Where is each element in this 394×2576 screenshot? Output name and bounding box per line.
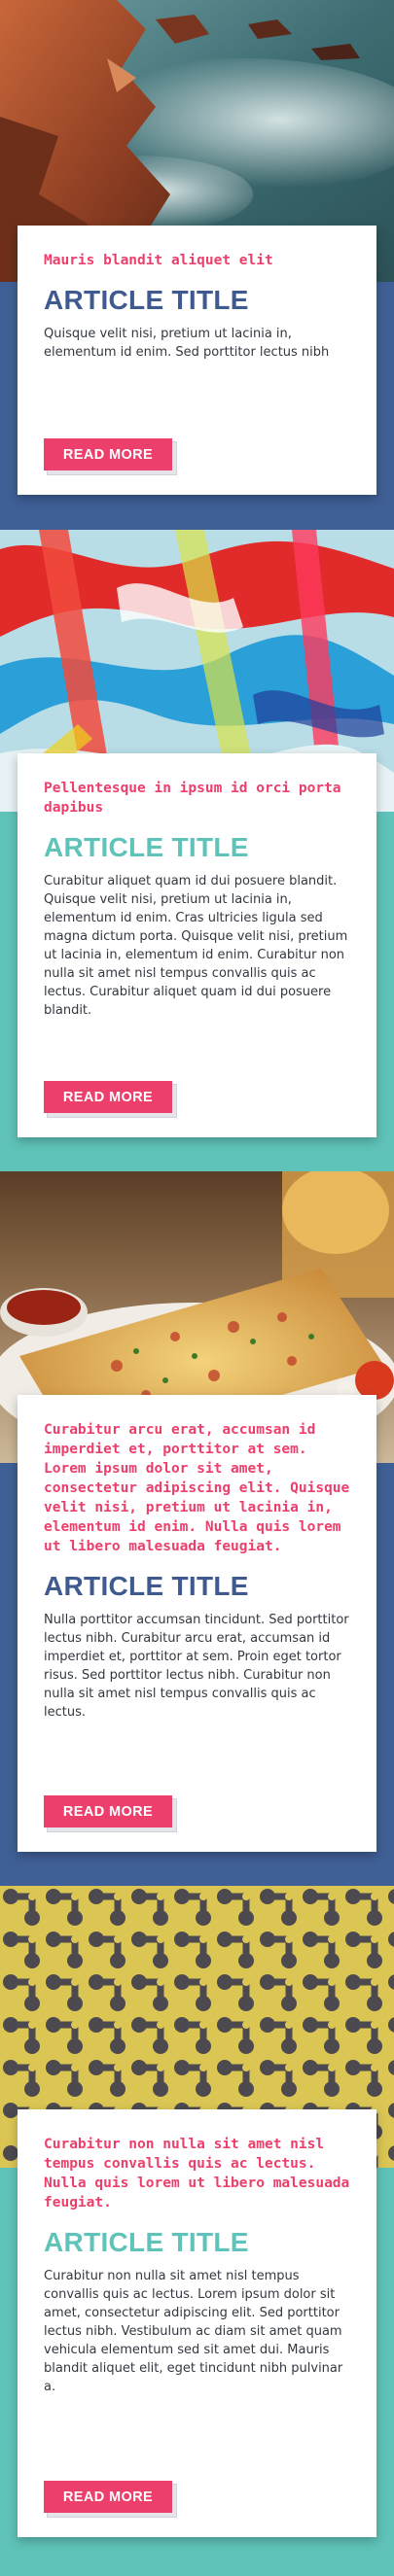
article-eyebrow: Mauris blandit aliquet elit	[44, 253, 273, 268]
article-card: Pellentesque in ipsum id orci porta dapi…	[18, 753, 376, 1137]
article-section-3: Curabitur arcu erat, accumsan id imperdi…	[0, 1171, 394, 1886]
article-eyebrow: Curabitur non nulla sit amet nisl tempus…	[44, 2137, 350, 2210]
article-title: ARTICLE TITLE	[44, 1571, 249, 1601]
article-card: Curabitur non nulla sit amet nisl tempus…	[18, 2109, 376, 2537]
article-body: Curabitur non nulla sit amet nisl tempus…	[44, 2269, 343, 2394]
article-section-1: Mauris blandit aliquet elit ARTICLE TITL…	[0, 0, 394, 530]
article-card: Curabitur arcu erat, accumsan id imperdi…	[18, 1395, 376, 1852]
article-section-4: Curabitur non nulla sit amet nisl tempus…	[0, 1886, 394, 2576]
article-body: Curabitur aliquet quam id dui posuere bl…	[44, 874, 348, 1018]
article-section-2: Pellentesque in ipsum id orci porta dapi…	[0, 530, 394, 1171]
read-more-button[interactable]: READ MORE	[44, 1081, 172, 1113]
article-eyebrow: Pellentesque in ipsum id orci porta dapi…	[44, 781, 341, 816]
read-more-button[interactable]: READ MORE	[44, 1795, 172, 1828]
article-title: ARTICLE TITLE	[44, 2227, 249, 2257]
article-card: Mauris blandit aliquet elit ARTICLE TITL…	[18, 226, 376, 495]
article-body: Nulla porttitor accumsan tincidunt. Sed …	[44, 1613, 349, 1720]
article-body: Quisque velit nisi, pretium ut lacinia i…	[44, 327, 330, 360]
read-more-button[interactable]: READ MORE	[44, 2481, 172, 2513]
read-more-button[interactable]: READ MORE	[44, 438, 172, 470]
article-eyebrow: Curabitur arcu erat, accumsan id imperdi…	[44, 1422, 350, 1554]
article-title: ARTICLE TITLE	[44, 285, 249, 315]
article-title: ARTICLE TITLE	[44, 832, 249, 862]
